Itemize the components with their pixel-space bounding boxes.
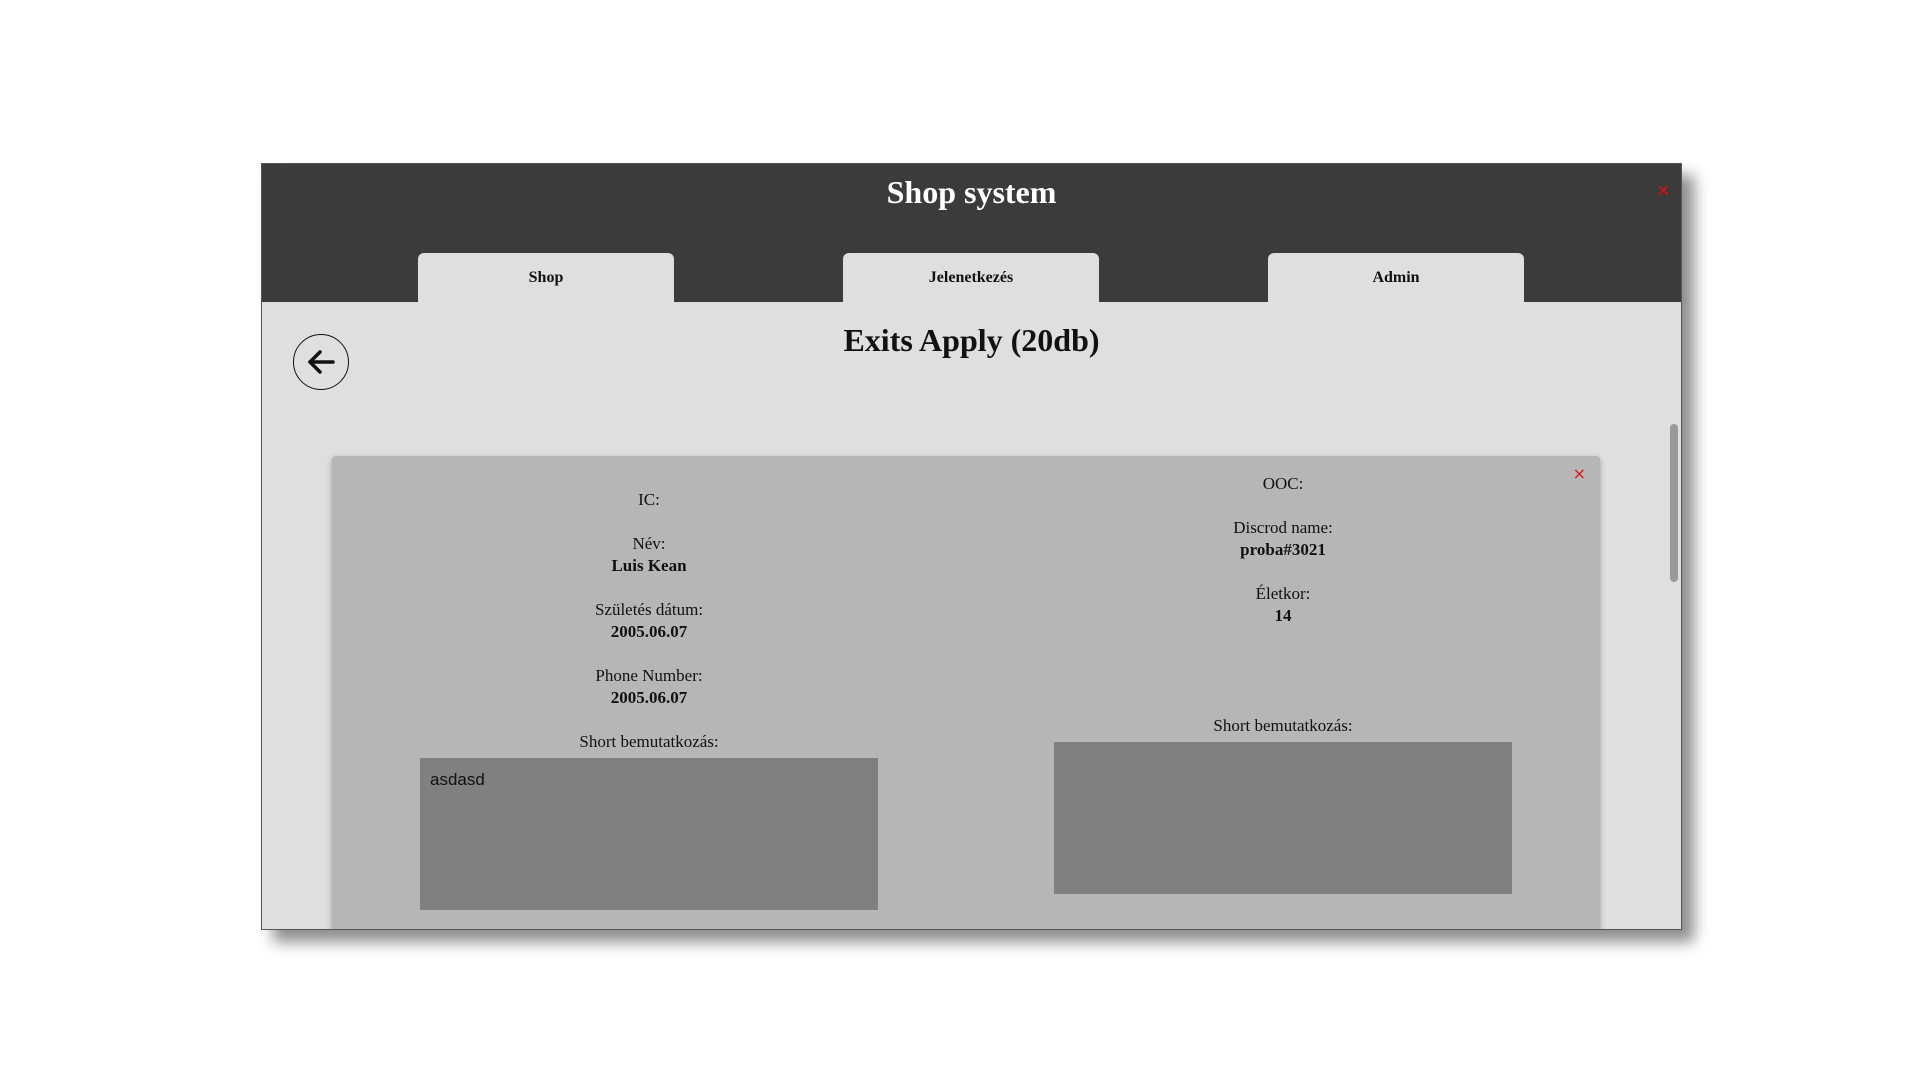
window-close-icon[interactable]: × xyxy=(1656,180,1671,201)
tab-admin[interactable]: Admin xyxy=(1268,253,1524,302)
application-close-icon[interactable]: × xyxy=(1573,464,1586,483)
ic-intro-label: Short bemutatkozás: xyxy=(579,732,719,751)
name-value: Luis Kean xyxy=(611,556,687,575)
phone-value: 2005.06.07 xyxy=(610,688,688,707)
ooc-intro-label: Short bemutatkozás: xyxy=(1213,716,1353,735)
age-label: Életkor: xyxy=(1255,584,1311,603)
name-label: Név: xyxy=(632,534,666,553)
ic-section: IC: Név: Luis Kean Születés dátum: 2005.… xyxy=(420,489,878,910)
phone-label: Phone Number: xyxy=(595,666,703,685)
tab-jelentkezes[interactable]: Jelenetkezés xyxy=(843,253,1099,302)
birth-date-label: Születés dátum: xyxy=(594,600,704,619)
discord-name-value: proba#3021 xyxy=(1240,540,1326,559)
title-bar: Shop system × Shop Jelenetkezés Admin xyxy=(262,164,1681,302)
app-title: Shop system xyxy=(886,174,1057,210)
ic-intro-textbox: asdasd xyxy=(420,758,878,910)
birth-date-value: 2005.06.07 xyxy=(610,622,688,641)
scrollbar-thumb[interactable] xyxy=(1670,424,1678,582)
discord-name-label: Discrod name: xyxy=(1233,518,1333,537)
ooc-intro-textbox xyxy=(1054,742,1512,894)
ooc-section: OOC: Discrod name: proba#3021 Életkor: 1… xyxy=(1054,473,1512,894)
shop-system-window: Shop system × Shop Jelenetkezés Admin Ex… xyxy=(261,163,1682,930)
main-content: Exits Apply (20db) × IC: Név: Luis Kean … xyxy=(262,302,1681,929)
ooc-header: OOC: xyxy=(1262,474,1304,493)
tab-shop[interactable]: Shop xyxy=(418,253,674,302)
page-title: Exits Apply (20db) xyxy=(843,322,1100,358)
ic-header: IC: xyxy=(638,490,660,509)
age-value: 14 xyxy=(1274,606,1292,625)
application-card: × IC: Név: Luis Kean Születés dátum: 200… xyxy=(332,456,1600,929)
